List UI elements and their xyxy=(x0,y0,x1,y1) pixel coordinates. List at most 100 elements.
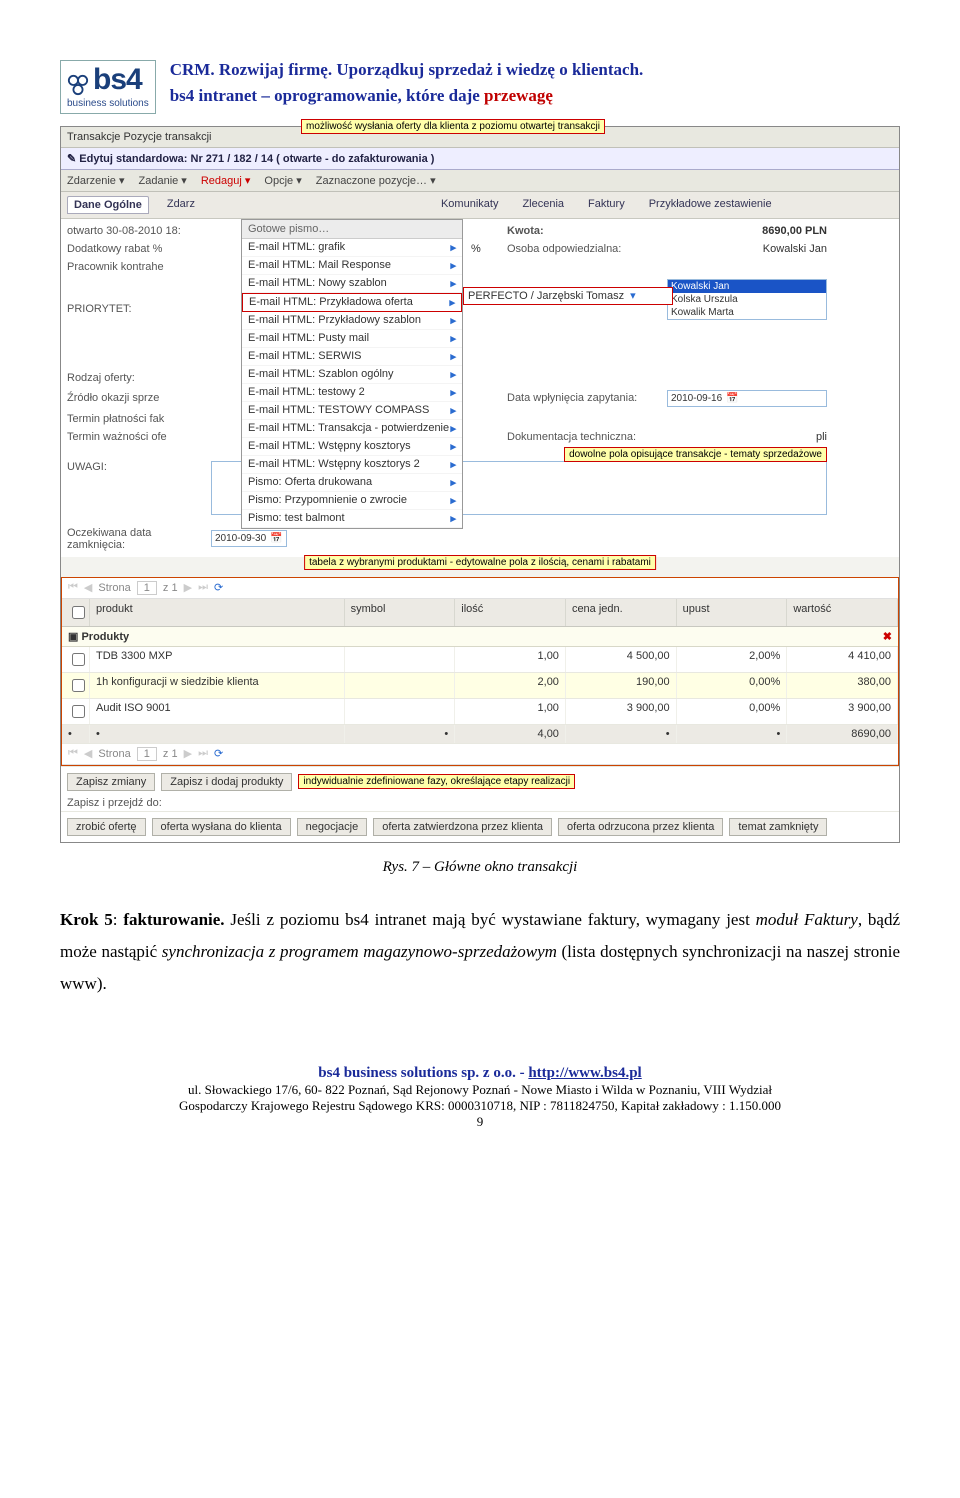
pager-next-icon[interactable]: ▶ xyxy=(184,747,192,760)
phase-button[interactable]: oferta zatwierdzona przez klienta xyxy=(373,818,552,836)
pager-next-icon[interactable]: ▶ xyxy=(184,581,192,594)
table-group-produkty[interactable]: ▣ Produkty✖ xyxy=(62,627,898,647)
col-cena[interactable]: cena jedn. xyxy=(566,599,677,626)
menu-zdarzenie[interactable]: Zdarzenie ▾ xyxy=(67,174,125,187)
pager-prev-icon[interactable]: ◀ xyxy=(84,581,92,594)
pager-top: ⏮ ◀ Strona 1 z 1 ▶ ⏭ ⟳ xyxy=(62,578,898,599)
pager-bottom: ⏮ ◀ Strona 1 z 1 ▶ ⏭ ⟳ xyxy=(62,744,898,765)
tab-faktury[interactable]: Faktury xyxy=(582,196,631,214)
col-wartosc[interactable]: wartość xyxy=(787,599,898,626)
dd-item[interactable]: E-mail HTML: Szablon ogólny▸ xyxy=(242,366,462,384)
tab-zlecenia[interactable]: Zlecenia xyxy=(516,196,570,214)
label-termin-platnosci: Termin płatności fak xyxy=(67,413,207,425)
tab-dane-ogolne[interactable]: Dane Ogólne xyxy=(67,196,149,214)
chevron-right-icon: ▸ xyxy=(450,350,456,363)
chevron-right-icon: ▸ xyxy=(450,512,456,525)
tab-zdarz[interactable]: Zdarz xyxy=(161,196,201,214)
header-line-1: CRM. Rozwijaj firmę. Uporządkuj sprzedaż… xyxy=(170,60,644,80)
chevron-right-icon: ▸ xyxy=(450,494,456,507)
button-zapisz-zmiany[interactable]: Zapisz zmiany xyxy=(67,773,155,791)
people-list[interactable]: Kowalski Jan Kolska Urszula Kowalik Mart… xyxy=(667,279,827,320)
phase-button[interactable]: temat zamknięty xyxy=(729,818,827,836)
label-data-wplyniecia: Data wpłynięcia zapytania: xyxy=(507,392,667,404)
dd-item[interactable]: E-mail HTML: Transakcja - potwierdzenie▸ xyxy=(242,420,462,438)
dd-item[interactable]: Pismo: test balmont▸ xyxy=(242,510,462,528)
menu-redaguj[interactable]: Redaguj ▾ xyxy=(201,174,251,187)
chevron-right-icon: ▸ xyxy=(450,277,456,290)
chevron-right-icon: ▸ xyxy=(450,440,456,453)
footer-link[interactable]: http://www.bs4.pl xyxy=(528,1065,641,1081)
input-oczekiwana-data[interactable]: 2010-09-30📅 xyxy=(211,530,287,547)
pager-page-input[interactable]: 1 xyxy=(137,581,157,595)
pager-prev-icon[interactable]: ◀ xyxy=(84,747,92,760)
row-checkbox[interactable] xyxy=(72,705,85,718)
pager-last-icon[interactable]: ⏭ xyxy=(198,747,208,760)
table-row[interactable]: TDB 3300 MXP1,004 500,002,00%4 410,00 xyxy=(62,647,898,673)
pager-last-icon[interactable]: ⏭ xyxy=(198,581,208,594)
app-screenshot: możliwość wysłania oferty dla klienta z … xyxy=(60,126,900,843)
col-produkt[interactable]: produkt xyxy=(90,599,345,626)
dd-item[interactable]: E-mail HTML: Przykładowy szablon▸ xyxy=(242,312,462,330)
table-row[interactable]: 1h konfiguracji w siedzibie klienta2,001… xyxy=(62,673,898,699)
pager-page-input[interactable]: 1 xyxy=(137,747,157,761)
dd-item[interactable]: Pismo: Przypomnienie o zwrocie▸ xyxy=(242,492,462,510)
label-zapisz-przejdz: Zapisz i przejdź do: xyxy=(61,797,899,811)
tab-komunikaty[interactable]: Komunikaty xyxy=(435,196,504,214)
menu-opcje[interactable]: Opcje ▾ xyxy=(264,174,301,187)
chevron-right-icon: ▸ xyxy=(450,458,456,471)
button-zapisz-dodaj[interactable]: Zapisz i dodaj produkty xyxy=(161,773,292,791)
calendar-icon[interactable]: 📅 xyxy=(270,533,282,544)
calendar-icon[interactable]: 📅 xyxy=(726,393,738,404)
label-rabat: Dodatkowy rabat % xyxy=(67,243,207,255)
dd-item[interactable]: E-mail HTML: SERWIS▸ xyxy=(242,348,462,366)
col-symbol[interactable]: symbol xyxy=(345,599,456,626)
col-upust[interactable]: upust xyxy=(677,599,788,626)
phase-bar: zrobić ofertę oferta wysłana do klienta … xyxy=(61,811,899,842)
menu-zadanie[interactable]: Zadanie ▾ xyxy=(139,174,187,187)
col-ilosc[interactable]: ilość xyxy=(455,599,566,626)
person-item[interactable]: Kowalski Jan xyxy=(668,280,826,293)
chevron-right-icon: ▸ xyxy=(450,404,456,417)
label-pracownik: Pracownik kontrahe xyxy=(67,261,207,273)
dd-item[interactable]: E-mail HTML: testowy 2▸ xyxy=(242,384,462,402)
table-row[interactable]: Audit ISO 90011,003 900,000,00%3 900,00 xyxy=(62,699,898,725)
dd-item[interactable]: E-mail HTML: Mail Response▸ xyxy=(242,257,462,275)
body-paragraph: Krok 5: fakturowanie. Jeśli z poziomu bs… xyxy=(60,904,900,1001)
dd-item[interactable]: E-mail HTML: Wstępny kosztorys▸ xyxy=(242,438,462,456)
chevron-right-icon: ▸ xyxy=(450,259,456,272)
dd-item[interactable]: Pismo: Oferta drukowana▸ xyxy=(242,474,462,492)
input-data-wplyniecia[interactable]: 2010-09-16📅 xyxy=(667,390,827,407)
dd-item[interactable]: E-mail HTML: Nowy szablon▸ xyxy=(242,275,462,293)
person-item[interactable]: Kolska Urszula xyxy=(668,293,826,306)
value-kwota: 8690,00 PLN xyxy=(667,225,827,237)
person-item[interactable]: Kowalik Marta xyxy=(668,306,826,319)
dd-item-selected[interactable]: E-mail HTML: Przykładowa oferta▸ xyxy=(242,293,462,312)
pager-first-icon[interactable]: ⏮ xyxy=(68,581,78,594)
redaguj-dropdown[interactable]: Gotowe pismo… E-mail HTML: grafik▸ E-mai… xyxy=(241,219,463,529)
refresh-icon[interactable]: ⟳ xyxy=(214,747,223,760)
dd-item[interactable]: E-mail HTML: Wstępny kosztorys 2▸ xyxy=(242,456,462,474)
label-osoba-odp: Osoba odpowiedzialna: xyxy=(507,243,667,255)
phase-button[interactable]: oferta odrzucona przez klienta xyxy=(558,818,723,836)
checkbox-all[interactable] xyxy=(72,606,85,619)
phase-button[interactable]: oferta wysłana do klienta xyxy=(152,818,291,836)
label-kwota: Kwota: xyxy=(507,225,667,237)
row-checkbox[interactable] xyxy=(72,653,85,666)
tab-zestawienie[interactable]: Przykładowe zestawienie xyxy=(643,196,778,214)
chevron-right-icon: ▸ xyxy=(450,314,456,327)
dd-item[interactable]: E-mail HTML: TESTOWY COMPASS▸ xyxy=(242,402,462,420)
dd-item[interactable]: E-mail HTML: Pusty mail▸ xyxy=(242,330,462,348)
header-line-2: bs4 intranet – oprogramowanie, które daj… xyxy=(170,86,644,106)
page-number: 9 xyxy=(60,1114,900,1130)
menu-zaznaczone[interactable]: Zaznaczone pozycje… ▾ xyxy=(316,174,436,187)
submenu-recipient[interactable]: PERFECTO / Jarzębski Tomasz▾ xyxy=(463,287,673,305)
pager-first-icon[interactable]: ⏮ xyxy=(68,747,78,760)
edit-bar: ✎ Edytuj standardowa: Nr 271 / 182 / 14 … xyxy=(61,148,899,170)
phase-button[interactable]: negocjacje xyxy=(297,818,368,836)
row-checkbox[interactable] xyxy=(72,679,85,692)
delete-icon[interactable]: ✖ xyxy=(883,630,892,643)
dd-item[interactable]: E-mail HTML: grafik▸ xyxy=(242,239,462,257)
refresh-icon[interactable]: ⟳ xyxy=(214,581,223,594)
percent-sign: % xyxy=(471,243,507,255)
phase-button[interactable]: zrobić ofertę xyxy=(67,818,146,836)
